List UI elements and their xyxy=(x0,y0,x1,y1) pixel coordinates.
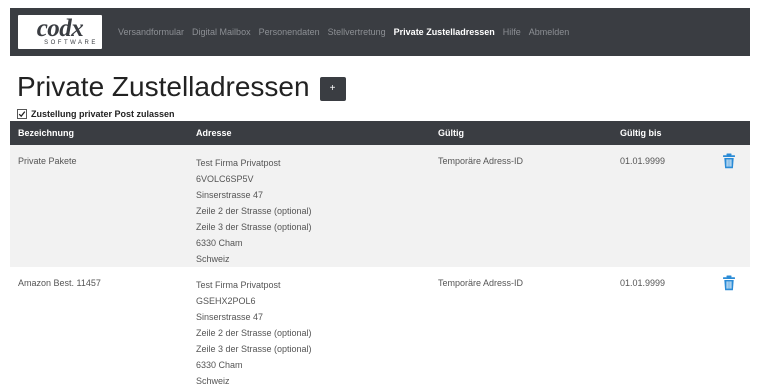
address-line: Zeile 2 der Strasse (optional) xyxy=(196,328,312,338)
cell-actions xyxy=(714,145,750,267)
title-row: Private Zustelladressen + xyxy=(17,70,346,104)
checkbox[interactable] xyxy=(17,109,27,119)
address-line: Zeile 3 der Strasse (optional) xyxy=(196,344,312,354)
address-line: Sinserstrasse 47 xyxy=(196,190,264,200)
nav-item-versandformular[interactable]: Versandformular xyxy=(118,27,184,37)
nav-item-abmelden[interactable]: Abmelden xyxy=(529,27,570,37)
nav-item-stellvertretung[interactable]: Stellvertretung xyxy=(328,27,386,37)
address-line: 6330 Cham xyxy=(196,238,243,248)
table-row: Amazon Best. 11457 Test Firma Privatpost… xyxy=(10,267,750,389)
address-table: Bezeichnung Adresse Gültig Gültig bis Pr… xyxy=(10,121,750,389)
codx-logo[interactable]: codx SOFTWARE xyxy=(18,15,102,49)
logo-subtitle: SOFTWARE xyxy=(44,39,98,46)
trash-icon[interactable] xyxy=(722,153,736,169)
address-line: Schweiz xyxy=(196,254,230,264)
checkbox-label: Zustellung privater Post zulassen xyxy=(31,109,175,119)
address-line: Zeile 2 der Strasse (optional) xyxy=(196,206,312,216)
nav-item-personendaten[interactable]: Personendaten xyxy=(259,27,320,37)
address-line: 6330 Cham xyxy=(196,360,243,370)
cell-gueltig-bis: 01.01.9999 xyxy=(620,278,666,288)
cell-gueltig-bis: 01.01.9999 xyxy=(620,156,666,166)
allow-private-post-toggle[interactable]: Zustellung privater Post zulassen xyxy=(17,109,175,119)
address-line: 6VOLC6SP5V xyxy=(196,174,254,184)
cell-gueltig: Temporäre Adress-ID xyxy=(438,156,524,166)
nav-item-hilfe[interactable]: Hilfe xyxy=(503,27,521,37)
add-address-button[interactable]: + xyxy=(319,77,346,101)
address-line: GSEHX2POL6 xyxy=(196,296,256,306)
nav-item-private-zustelladressen[interactable]: Private Zustelladressen xyxy=(394,27,495,37)
cell-bezeichnung: Private Pakete xyxy=(18,156,77,166)
page-title: Private Zustelladressen xyxy=(17,71,310,102)
table-header: Bezeichnung Adresse Gültig Gültig bis xyxy=(10,121,750,145)
column-header-adresse[interactable]: Adresse xyxy=(188,121,430,145)
nav-menu: Versandformular Digital Mailbox Personen… xyxy=(118,27,577,37)
cell-bezeichnung: Amazon Best. 11457 xyxy=(18,278,101,288)
cell-gueltig: Temporäre Adress-ID xyxy=(438,278,524,288)
address-line: Test Firma Privatpost xyxy=(196,158,281,168)
column-header-actions xyxy=(714,121,750,145)
logo-word: codx xyxy=(36,14,84,42)
address-line: Sinserstrasse 47 xyxy=(196,312,264,322)
checkmark-icon xyxy=(18,111,26,118)
top-navbar: codx SOFTWARE Versandformular Digital Ma… xyxy=(10,8,750,56)
column-header-bezeichnung[interactable]: Bezeichnung xyxy=(10,121,188,145)
cell-actions xyxy=(714,267,750,389)
cell-adresse: Test Firma Privatpost 6VOLC6SP5V Sinsers… xyxy=(188,145,430,267)
address-line: Zeile 3 der Strasse (optional) xyxy=(196,222,312,232)
address-line: Test Firma Privatpost xyxy=(196,280,281,290)
column-header-gueltig[interactable]: Gültig xyxy=(430,121,612,145)
cell-adresse: Test Firma Privatpost GSEHX2POL6 Sinsers… xyxy=(188,267,430,389)
address-line: Schweiz xyxy=(196,376,230,386)
trash-icon[interactable] xyxy=(722,275,736,291)
table-row: Private Pakete Test Firma Privatpost 6VO… xyxy=(10,145,750,267)
nav-item-digital-mailbox[interactable]: Digital Mailbox xyxy=(192,27,251,37)
column-header-gueltig-bis[interactable]: Gültig bis xyxy=(612,121,714,145)
